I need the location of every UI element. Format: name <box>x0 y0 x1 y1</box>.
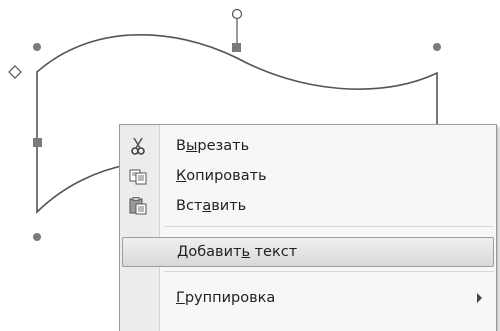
resize-handle-bottom-left[interactable] <box>33 233 41 241</box>
resize-handle-top[interactable] <box>232 43 241 52</box>
menu-item-label: Вставить <box>176 198 247 214</box>
menu-item-group[interactable]: Группировка <box>120 283 496 313</box>
menu-item-label: Группировка <box>176 290 276 306</box>
submenu-arrow-icon <box>477 293 482 303</box>
menu-item-copy[interactable]: Копировать <box>120 161 496 191</box>
scissors-icon <box>128 136 148 156</box>
resize-handle-left[interactable] <box>33 138 42 147</box>
rotate-handle[interactable] <box>231 8 243 20</box>
resize-handle-top-left[interactable] <box>33 43 41 51</box>
paste-icon <box>128 196 148 216</box>
menu-item-label: Добавить текст <box>177 244 298 260</box>
menu-item-add-text[interactable]: Добавить текст <box>122 237 494 267</box>
adjust-diamond-handle[interactable] <box>8 65 22 79</box>
menu-separator <box>164 271 494 272</box>
menu-item-cut[interactable]: Вырезать <box>120 131 496 161</box>
context-menu: Вырезать Копировать Вставить Добавить те… <box>119 124 497 331</box>
menu-item-paste[interactable]: Вставить <box>120 191 496 221</box>
menu-item-label: Вырезать <box>176 138 250 154</box>
copy-icon <box>128 166 148 186</box>
menu-item-label: Копировать <box>176 168 267 184</box>
resize-handle-top-right[interactable] <box>433 43 441 51</box>
menu-separator <box>164 226 494 227</box>
